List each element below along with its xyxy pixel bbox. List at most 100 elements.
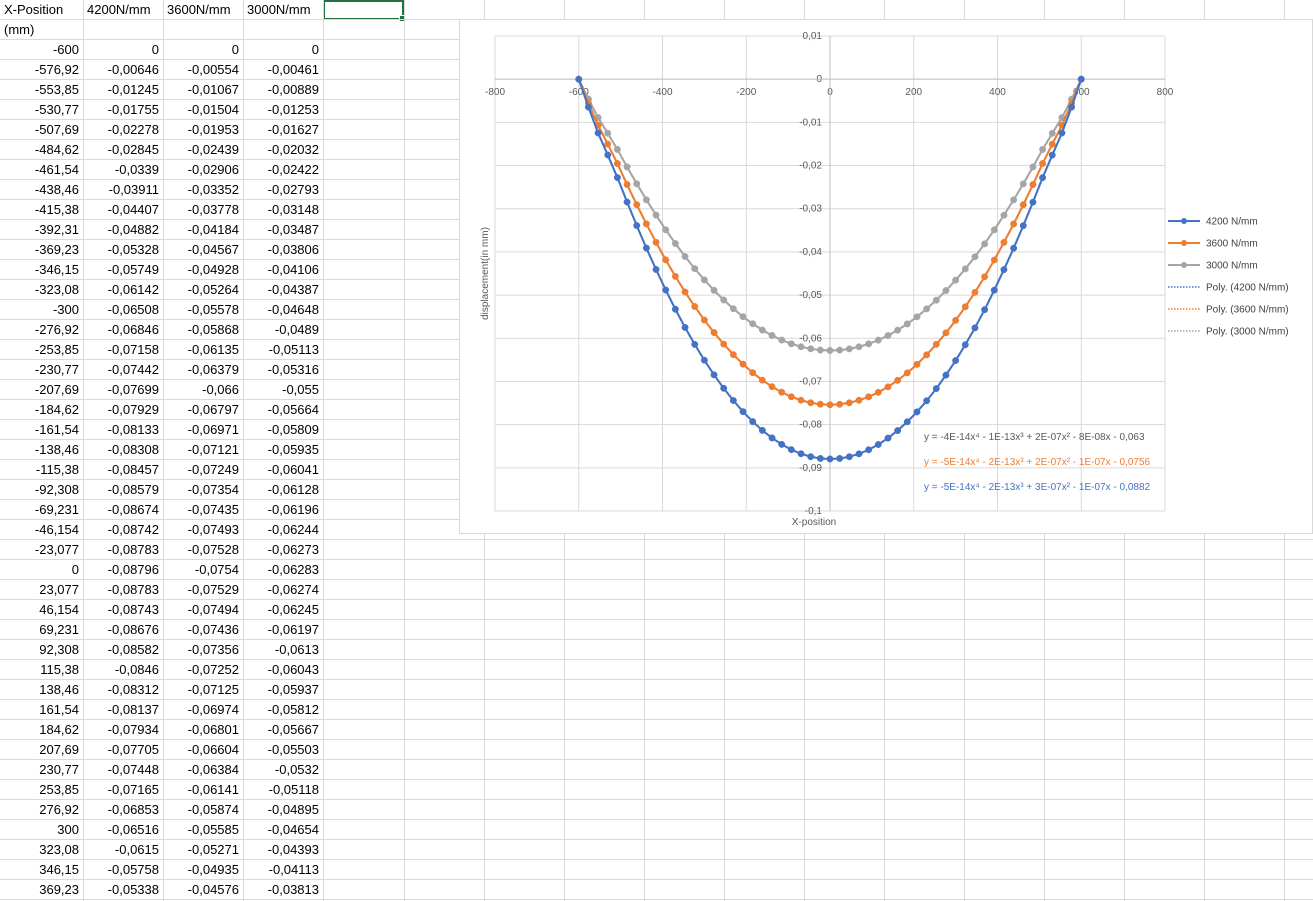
data-cell[interactable]: -0,06604 bbox=[163, 740, 243, 760]
data-cell[interactable]: -115,38 bbox=[0, 460, 83, 480]
data-cell[interactable]: -0,08582 bbox=[83, 640, 163, 660]
data-cell[interactable]: -0,08308 bbox=[83, 440, 163, 460]
data-cell[interactable]: -300 bbox=[0, 300, 83, 320]
data-cell[interactable]: 276,92 bbox=[0, 800, 83, 820]
data-cell[interactable]: -0,05271 bbox=[163, 840, 243, 860]
data-cell[interactable]: -0,05113 bbox=[243, 340, 323, 360]
data-cell[interactable]: -0,03911 bbox=[83, 180, 163, 200]
data-cell[interactable]: -0,04895 bbox=[243, 800, 323, 820]
data-cell[interactable]: -92,308 bbox=[0, 480, 83, 500]
data-cell[interactable]: -392,31 bbox=[0, 220, 83, 240]
data-cell[interactable]: -0,08133 bbox=[83, 420, 163, 440]
data-cell[interactable]: -415,38 bbox=[0, 200, 83, 220]
data-cell[interactable]: -0,06516 bbox=[83, 820, 163, 840]
chart-area[interactable]: 0,01 0 -0,01 -0,02 -0,03 -0,04 -0,05 -0,06 -0,07… bbox=[459, 19, 1313, 534]
header-cell[interactable]: X-Position bbox=[0, 0, 83, 20]
data-cell[interactable]: 346,15 bbox=[0, 860, 83, 880]
data-cell[interactable]: -461,54 bbox=[0, 160, 83, 180]
data-cell[interactable]: -0,06041 bbox=[243, 460, 323, 480]
data-cell[interactable]: -0,04654 bbox=[243, 820, 323, 840]
data-cell[interactable]: -0,05328 bbox=[83, 240, 163, 260]
data-cell[interactable]: -69,231 bbox=[0, 500, 83, 520]
data-cell[interactable]: -0,07529 bbox=[163, 580, 243, 600]
data-cell[interactable]: 0 bbox=[0, 560, 83, 580]
data-cell[interactable]: -0,05812 bbox=[243, 700, 323, 720]
data-cell[interactable]: -0,01245 bbox=[83, 80, 163, 100]
data-cell[interactable]: -0,07934 bbox=[83, 720, 163, 740]
data-cell[interactable]: -0,06274 bbox=[243, 580, 323, 600]
data-cell[interactable]: -207,69 bbox=[0, 380, 83, 400]
data-cell[interactable]: -0,03778 bbox=[163, 200, 243, 220]
data-cell[interactable]: -0,05118 bbox=[243, 780, 323, 800]
data-cell[interactable]: -0,0489 bbox=[243, 320, 323, 340]
data-cell[interactable]: -0,05809 bbox=[243, 420, 323, 440]
data-cell[interactable]: -0,07528 bbox=[163, 540, 243, 560]
data-cell[interactable]: -0,04113 bbox=[243, 860, 323, 880]
data-cell[interactable]: 230,77 bbox=[0, 760, 83, 780]
data-cell[interactable]: 161,54 bbox=[0, 700, 83, 720]
data-cell[interactable]: -0,08579 bbox=[83, 480, 163, 500]
data-cell[interactable]: -0,05264 bbox=[163, 280, 243, 300]
data-cell[interactable]: -0,07121 bbox=[163, 440, 243, 460]
data-cell[interactable]: -0,02278 bbox=[83, 120, 163, 140]
data-cell[interactable]: -0,05874 bbox=[163, 800, 243, 820]
data-cell[interactable]: -0,07929 bbox=[83, 400, 163, 420]
data-cell[interactable]: 92,308 bbox=[0, 640, 83, 660]
data-cell[interactable]: -0,05937 bbox=[243, 680, 323, 700]
data-cell[interactable]: -0,07158 bbox=[83, 340, 163, 360]
data-cell[interactable]: 115,38 bbox=[0, 660, 83, 680]
data-cell[interactable]: -0,08137 bbox=[83, 700, 163, 720]
data-cell[interactable]: -0,02793 bbox=[243, 180, 323, 200]
data-cell[interactable]: -0,02906 bbox=[163, 160, 243, 180]
data-cell[interactable]: -0,01067 bbox=[163, 80, 243, 100]
data-cell[interactable]: -0,02032 bbox=[243, 140, 323, 160]
data-cell[interactable]: -0,06384 bbox=[163, 760, 243, 780]
header-unit-cell[interactable]: (mm) bbox=[0, 20, 83, 40]
data-cell[interactable]: 69,231 bbox=[0, 620, 83, 640]
data-cell[interactable]: -0,06142 bbox=[83, 280, 163, 300]
header-cell[interactable]: 4200N/mm bbox=[83, 0, 163, 20]
data-cell[interactable]: -484,62 bbox=[0, 140, 83, 160]
data-cell[interactable]: -0,01953 bbox=[163, 120, 243, 140]
data-cell[interactable]: -0,08674 bbox=[83, 500, 163, 520]
data-cell[interactable]: -0,01253 bbox=[243, 100, 323, 120]
data-cell[interactable]: 46,154 bbox=[0, 600, 83, 620]
data-cell[interactable]: -230,77 bbox=[0, 360, 83, 380]
data-cell[interactable]: -438,46 bbox=[0, 180, 83, 200]
data-cell[interactable]: -0,05667 bbox=[243, 720, 323, 740]
data-cell[interactable]: -0,0754 bbox=[163, 560, 243, 580]
data-cell[interactable]: -0,04928 bbox=[163, 260, 243, 280]
data-cell[interactable]: -0,06273 bbox=[243, 540, 323, 560]
data-cell[interactable]: -0,04576 bbox=[163, 880, 243, 900]
data-cell[interactable]: -0,00646 bbox=[83, 60, 163, 80]
data-cell[interactable]: -0,06196 bbox=[243, 500, 323, 520]
data-cell[interactable]: -0,05758 bbox=[83, 860, 163, 880]
data-cell[interactable]: -0,08457 bbox=[83, 460, 163, 480]
data-cell[interactable]: -600 bbox=[0, 40, 83, 60]
data-cell[interactable]: -0,08743 bbox=[83, 600, 163, 620]
data-cell[interactable]: 184,62 bbox=[0, 720, 83, 740]
data-cell[interactable]: -0,04882 bbox=[83, 220, 163, 240]
data-cell[interactable]: -0,04648 bbox=[243, 300, 323, 320]
data-cell[interactable]: -0,04935 bbox=[163, 860, 243, 880]
data-cell[interactable]: -0,03148 bbox=[243, 200, 323, 220]
data-cell[interactable]: -0,06974 bbox=[163, 700, 243, 720]
data-cell[interactable]: -0,07249 bbox=[163, 460, 243, 480]
data-cell[interactable]: 369,23 bbox=[0, 880, 83, 900]
data-cell[interactable]: -0,06245 bbox=[243, 600, 323, 620]
data-cell[interactable]: -0,0532 bbox=[243, 760, 323, 780]
data-cell[interactable]: -138,46 bbox=[0, 440, 83, 460]
data-cell[interactable]: 207,69 bbox=[0, 740, 83, 760]
data-cell[interactable]: 23,077 bbox=[0, 580, 83, 600]
data-cell[interactable]: -0,04184 bbox=[163, 220, 243, 240]
data-cell[interactable]: -0,02422 bbox=[243, 160, 323, 180]
data-cell[interactable]: -0,06508 bbox=[83, 300, 163, 320]
selected-cell[interactable] bbox=[323, 0, 406, 22]
data-cell[interactable]: -0,06197 bbox=[243, 620, 323, 640]
data-cell[interactable]: -0,08783 bbox=[83, 540, 163, 560]
data-cell[interactable]: -0,05338 bbox=[83, 880, 163, 900]
data-cell[interactable]: -0,05664 bbox=[243, 400, 323, 420]
data-cell[interactable]: -0,03813 bbox=[243, 880, 323, 900]
data-cell[interactable]: -0,00554 bbox=[163, 60, 243, 80]
data-cell[interactable]: -0,07252 bbox=[163, 660, 243, 680]
